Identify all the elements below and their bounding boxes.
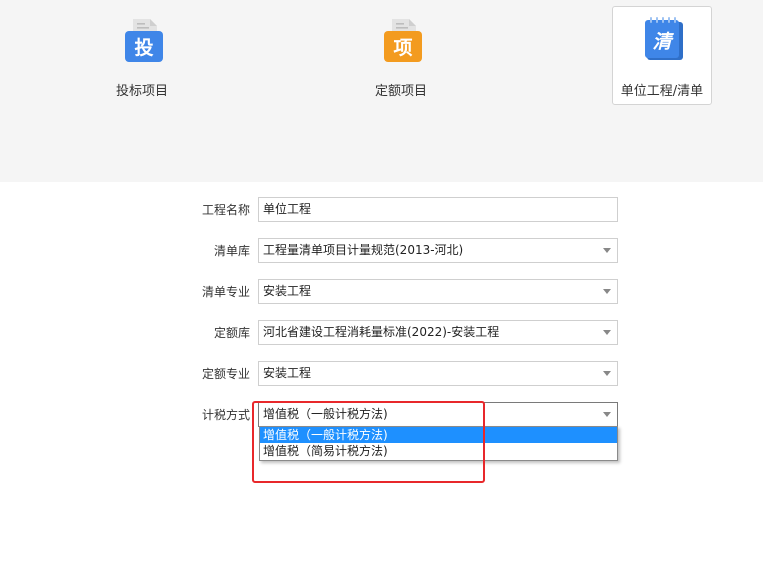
bill-library-value: 工程量清单项目计量规范(2013-河北) [263,243,464,257]
bill-library-label: 清单库 [213,244,250,258]
bid-icon-char: 投 [134,36,153,59]
quota-library-select[interactable]: 河北省建设工程消耗量标准(2022)-安装工程 [258,320,618,345]
chevron-down-icon[interactable] [603,371,611,376]
chevron-down-icon[interactable] [603,289,611,294]
project-type-panel: 投 投标项目 项 定额项目 清 单位工程/清单 [0,0,763,182]
bid-document-icon: 投 [125,19,163,62]
quota-document-icon: 项 [384,19,422,62]
quota-library-label: 定额库 [213,326,250,340]
quota-specialty-label: 定额专业 [201,367,250,381]
bill-specialty-value: 安装工程 [263,284,312,298]
tax-method-select[interactable]: 增值税（一般计税方法) [258,402,618,427]
project-name-label: 工程名称 [201,203,250,217]
tax-method-label: 计税方式 [201,408,250,422]
chevron-down-icon[interactable] [603,330,611,335]
quota-specialty-select[interactable]: 安装工程 [258,361,618,386]
quota-specialty-value: 安装工程 [263,366,312,380]
quota-library-value: 河北省建设工程消耗量标准(2022)-安装工程 [263,325,500,339]
tax-option-general[interactable]: 增值税（一般计税方法) [260,427,617,443]
project-name-value: 单位工程 [263,202,312,216]
bill-notebook-icon: 清 [645,17,683,60]
tax-method-dropdown: 增值税（一般计税方法) 增值税（简易计税方法) [259,426,618,461]
project-type-unit-bill-label: 单位工程/清单 [620,84,704,99]
project-type-quota-label: 定额项目 [374,84,427,99]
tax-method-value: 增值税（一般计税方法) [263,407,388,421]
bill-icon-char: 清 [652,31,674,53]
bill-specialty-label: 清单专业 [201,285,250,299]
chevron-down-icon[interactable] [603,412,611,417]
project-type-quota[interactable]: 项 定额项目 [351,6,451,105]
quota-icon-char: 项 [393,37,412,59]
project-type-unit-bill[interactable]: 清 单位工程/清单 [612,6,712,105]
project-type-bid[interactable]: 投 投标项目 [92,6,192,105]
project-name-input[interactable]: 单位工程 [258,197,618,222]
bill-specialty-select[interactable]: 安装工程 [258,279,618,304]
chevron-down-icon[interactable] [603,248,611,253]
bill-library-select[interactable]: 工程量清单项目计量规范(2013-河北) [258,238,618,263]
project-type-bid-label: 投标项目 [115,84,168,99]
tax-option-simple[interactable]: 增值税（简易计税方法) [260,443,617,459]
